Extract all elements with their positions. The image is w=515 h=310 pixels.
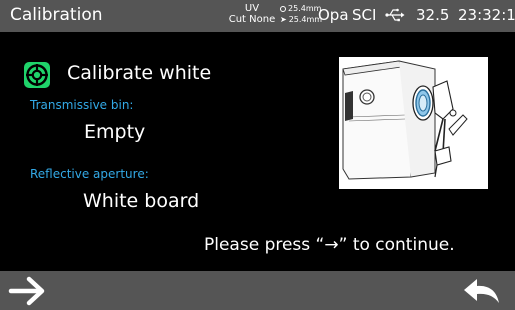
bottom-bar <box>0 271 515 310</box>
status-bar: Calibration UV Cut None 25.4mm ➤ 25.4mm O… <box>0 0 515 32</box>
uv-label: UV <box>244 3 260 14</box>
beam-arrow-icon: ➤ <box>280 15 287 24</box>
page-title: Calibration <box>10 5 103 25</box>
return-arrow-icon[interactable] <box>463 278 501 304</box>
specular-mode: SCI <box>352 6 377 24</box>
uv-filter-status: UV Cut None <box>228 3 276 25</box>
usb-icon <box>385 8 405 22</box>
instrument-illustration <box>339 57 488 189</box>
temperature-readout: 32.5 <box>416 6 450 24</box>
reflective-value: White board <box>83 190 200 212</box>
clock: 23:32:19 <box>458 6 515 24</box>
cut-label: Cut None <box>228 14 276 25</box>
aperture-size-status: 25.4mm ➤ 25.4mm <box>280 3 322 25</box>
reflective-label: Reflective aperture: <box>30 167 149 181</box>
calibration-target-icon <box>24 62 50 88</box>
aperture-ring-icon <box>280 6 286 12</box>
transmissive-label: Transmissive bin: <box>30 98 134 112</box>
heading-label: Calibrate white <box>67 62 212 84</box>
arrow-right-icon[interactable] <box>8 276 48 306</box>
transmissive-value: Empty <box>84 121 146 143</box>
continue-hint: Please press “→” to continue. <box>204 235 455 255</box>
aperture-size-top: 25.4mm <box>288 4 322 13</box>
measure-mode: Opa <box>318 6 349 24</box>
